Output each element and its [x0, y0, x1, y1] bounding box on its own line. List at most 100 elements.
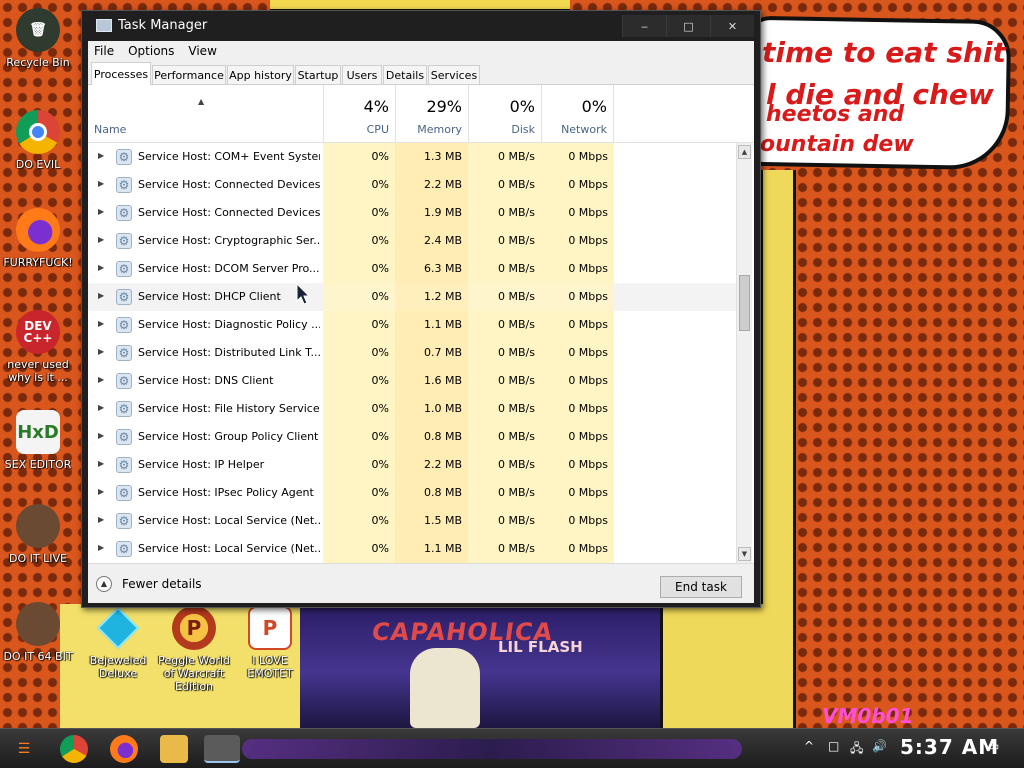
service-gear-icon: ⚙	[116, 317, 132, 333]
column-disk[interactable]: 0% Disk	[468, 85, 541, 143]
service-gear-icon: ⚙	[116, 457, 132, 473]
network-label: Network	[561, 123, 607, 136]
menu-view[interactable]: View	[188, 44, 216, 58]
close-button[interactable]: ✕	[710, 15, 754, 37]
process-network-value: 0 Mbps	[568, 374, 608, 387]
expand-chevron-icon[interactable]: ▶	[98, 319, 104, 328]
desktop-icon-do-it-64[interactable]: DO IT 64 BIT	[0, 602, 76, 663]
process-cpu-value: 0%	[371, 374, 389, 387]
expand-chevron-icon[interactable]: ▶	[98, 515, 104, 524]
tray-volume-icon[interactable]: 🔊	[872, 739, 887, 753]
process-row[interactable]: ▶ ⚙ Service Host: File History Service 0% 1.…	[88, 395, 736, 423]
process-row[interactable]: ▶ ⚙ Service Host: IP Helper 0% 2.2 MB 0 MB/s 0…	[88, 451, 736, 479]
expand-chevron-icon[interactable]: ▶	[98, 543, 104, 552]
process-row[interactable]: ▶ ⚙ Service Host: DNS Client 0% 1.6 MB 0 MB/s…	[88, 367, 736, 395]
service-gear-icon: ⚙	[116, 177, 132, 193]
scroll-down-button[interactable]: ▼	[738, 547, 751, 561]
expand-chevron-icon[interactable]: ▶	[98, 263, 104, 272]
service-gear-icon: ⚙	[116, 429, 132, 445]
desktop-icon-bejeweled[interactable]: Bejeweled Deluxe	[80, 606, 156, 680]
expand-chevron-icon[interactable]: ▶	[98, 179, 104, 188]
process-row[interactable]: ▶ ⚙ Service Host: Connected Devices... 0% 2.…	[88, 171, 736, 199]
firefox-icon	[16, 208, 60, 252]
tab-performance[interactable]: Performance	[152, 65, 226, 84]
process-name: Service Host: DHCP Client	[138, 290, 281, 303]
maximize-button[interactable]: □	[666, 15, 710, 37]
desktop-icon-do-it-live[interactable]: DO IT LIVE	[0, 504, 76, 565]
desktop-icon-peggle[interactable]: P Peggle World of Warcraft Edition	[156, 606, 232, 693]
expand-chevron-icon[interactable]: ▶	[98, 487, 104, 496]
process-disk-value: 0 MB/s	[498, 206, 535, 219]
task-manager-window[interactable]: Task Manager ‒ □ ✕ File Options View Pro…	[81, 10, 761, 608]
tab-users[interactable]: Users	[342, 65, 382, 84]
expand-chevron-icon[interactable]: ▶	[98, 431, 104, 440]
column-name[interactable]: Name	[94, 123, 126, 136]
process-row[interactable]: ▶ ⚙ Service Host: Local Service (Net... 0% 1…	[88, 507, 736, 535]
minimize-button[interactable]: ‒	[622, 15, 666, 37]
process-row[interactable]: ▶ ⚙ Service Host: Distributed Link T... 0% 0…	[88, 339, 736, 367]
menu-options[interactable]: Options	[128, 44, 174, 58]
process-row[interactable]: ▶ ⚙ Service Host: IPsec Policy Agent 0% 0.8 …	[88, 479, 736, 507]
service-gear-icon: ⚙	[116, 261, 132, 277]
process-memory-value: 2.2 MB	[423, 178, 462, 191]
process-row[interactable]: ▶ ⚙ Service Host: DCOM Server Pro... 0% 6.3 …	[88, 255, 736, 283]
taskbar-firefox-icon[interactable]	[110, 735, 138, 763]
process-cpu-value: 0%	[371, 206, 389, 219]
process-row[interactable]: ▶ ⚙ Service Host: Cryptographic Ser... 0% 2.…	[88, 227, 736, 255]
wallpaper-text-line1: time to eat shit	[762, 36, 1006, 69]
vertical-scrollbar[interactable]: ▲ ▼	[736, 143, 752, 563]
expand-chevron-icon[interactable]: ▶	[98, 291, 104, 300]
scroll-thumb[interactable]	[739, 275, 750, 331]
column-cpu[interactable]: 4% CPU	[323, 85, 395, 143]
tray-network-icon[interactable]: 🖧	[850, 739, 863, 760]
expand-chevron-icon[interactable]: ▶	[98, 459, 104, 468]
start-button-icon[interactable]: ☰	[10, 735, 38, 763]
process-cpu-value: 0%	[371, 542, 389, 555]
desktop-icon-hxd[interactable]: HxD SEX EDITOR	[0, 410, 76, 471]
process-memory-value: 0.7 MB	[423, 346, 462, 359]
process-name: Service Host: Distributed Link T...	[138, 346, 320, 359]
expand-chevron-icon[interactable]: ▶	[98, 151, 104, 160]
end-task-button[interactable]: End task	[660, 576, 742, 598]
process-row[interactable]: ▶ ⚙ Service Host: Connected Devices... 0% 1.…	[88, 199, 736, 227]
scroll-up-button[interactable]: ▲	[738, 145, 751, 159]
expand-chevron-icon[interactable]: ▶	[98, 403, 104, 412]
desktop-icon-recycle-bin[interactable]: 🗑 Recycle Bin	[0, 8, 76, 69]
process-memory-value: 1.1 MB	[423, 318, 462, 331]
chevron-up-icon[interactable]: ▲	[96, 576, 112, 592]
process-row[interactable]: ▶ ⚙ Service Host: DHCP Client 0% 1.2 MB 0 MB/…	[88, 283, 736, 311]
tab-startup[interactable]: Startup	[295, 65, 341, 84]
taskbar-chrome-icon[interactable]	[60, 735, 88, 763]
process-network-value: 0 Mbps	[568, 290, 608, 303]
taskbar-task-manager-icon[interactable]	[204, 735, 240, 763]
memory-total-pct: 29%	[426, 97, 462, 116]
service-gear-icon: ⚙	[116, 205, 132, 221]
column-network[interactable]: 0% Network	[541, 85, 614, 143]
title-bar[interactable]: Task Manager ‒ □ ✕	[82, 11, 760, 41]
tab-services[interactable]: Services	[428, 65, 480, 84]
expand-chevron-icon[interactable]: ▶	[98, 347, 104, 356]
desktop-icon-devcpp[interactable]: DEV C++ never used why is it ...	[0, 310, 76, 384]
process-row[interactable]: ▶ ⚙ Service Host: Group Policy Client 0% 0.8…	[88, 423, 736, 451]
desktop-icon-firefox[interactable]: FURRYFUCK!	[0, 208, 76, 269]
taskbar-file-explorer-icon[interactable]	[160, 735, 188, 763]
tray-overflow-icon[interactable]: ^	[804, 739, 814, 753]
process-row[interactable]: ▶ ⚙ Service Host: Diagnostic Policy ... 0% 1…	[88, 311, 736, 339]
column-memory[interactable]: 29% Memory	[395, 85, 468, 143]
desktop-icon-emotet[interactable]: P I LOVE EMOTET	[232, 606, 308, 680]
tab-details[interactable]: Details	[383, 65, 427, 84]
expand-chevron-icon[interactable]: ▶	[98, 375, 104, 384]
fewer-details-link[interactable]: Fewer details	[122, 577, 202, 591]
tray-tablet-icon[interactable]: □	[828, 739, 839, 753]
expand-chevron-icon[interactable]: ▶	[98, 235, 104, 244]
expand-chevron-icon[interactable]: ▶	[98, 207, 104, 216]
taskbar-clock[interactable]: 5:37 AM	[900, 735, 999, 759]
process-row[interactable]: ▶ ⚙ Service Host: COM+ Event System 0% 1.3 M…	[88, 143, 736, 171]
tab-processes[interactable]: Processes	[91, 62, 151, 85]
tab-app-history[interactable]: App history	[227, 65, 294, 84]
process-row[interactable]: ▶ ⚙ Service Host: Local Service (Net... 0% 1…	[88, 535, 736, 563]
notification-icon[interactable]: ▭	[988, 739, 999, 753]
desktop-icon-chrome[interactable]: DO EVIL	[0, 110, 76, 171]
process-name: Service Host: File History Service	[138, 402, 320, 415]
menu-file[interactable]: File	[94, 44, 114, 58]
